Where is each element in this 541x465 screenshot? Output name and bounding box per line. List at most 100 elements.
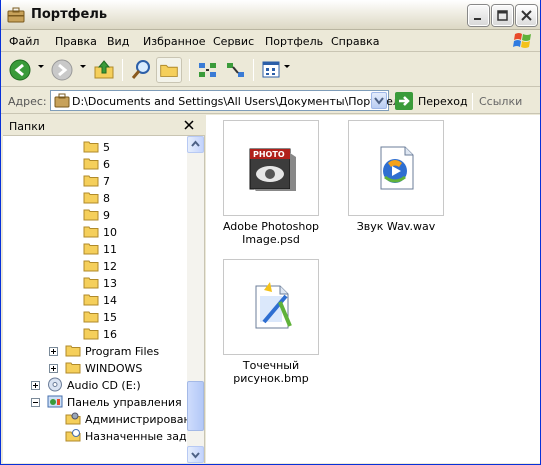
briefcase-icon bbox=[7, 7, 25, 23]
tree-item-label: Назначенные задания bbox=[85, 430, 187, 443]
briefcase-window: Портфель Файл Правка Вид Избранное Серви… bbox=[0, 0, 541, 465]
tree-item-label: 14 bbox=[103, 294, 117, 307]
folder-icon bbox=[83, 328, 99, 340]
back-icon[interactable] bbox=[7, 57, 33, 83]
views-icon[interactable] bbox=[259, 57, 285, 83]
links-toolbar[interactable]: Ссылки bbox=[479, 95, 522, 108]
folder-icon bbox=[65, 362, 81, 374]
go-arrow-icon[interactable] bbox=[395, 92, 413, 110]
folders-header: Папки bbox=[3, 115, 205, 136]
forward-icon[interactable] bbox=[49, 57, 75, 83]
folder-icon bbox=[83, 311, 99, 323]
minimize-icon bbox=[474, 18, 481, 20]
folder-icon bbox=[83, 209, 99, 221]
scroll-down-button[interactable] bbox=[187, 446, 204, 463]
close-button[interactable] bbox=[516, 5, 537, 26]
tree-item-label: 7 bbox=[103, 175, 110, 188]
chevron-down-icon bbox=[191, 452, 200, 459]
menu-favorites[interactable]: Избранное bbox=[143, 35, 205, 48]
expand-toggle[interactable] bbox=[31, 381, 40, 390]
folder-tree: 5 6 7 8 9 10 11 12 13 14 15 16 Program F… bbox=[3, 136, 187, 463]
update-all-icon[interactable] bbox=[195, 57, 221, 83]
photoshop-file-icon: PHOTO bbox=[249, 148, 296, 191]
scheduled-tasks-icon bbox=[65, 429, 81, 442]
file-thumbnail[interactable] bbox=[348, 120, 444, 216]
update-selection-icon[interactable] bbox=[223, 57, 249, 83]
folder-icon bbox=[83, 158, 99, 170]
file-name: Adobe Photoshop bbox=[222, 220, 320, 233]
scroll-thumb[interactable] bbox=[187, 381, 204, 431]
window-title: Портфель bbox=[31, 7, 108, 22]
menu-briefcase[interactable]: Портфель bbox=[265, 35, 323, 48]
toolbar-separator bbox=[122, 59, 123, 81]
links-separator bbox=[472, 93, 473, 110]
tree-item-label: 11 bbox=[103, 243, 117, 256]
tree-item-label: 16 bbox=[103, 328, 117, 341]
menu-edit[interactable]: Правка bbox=[55, 35, 97, 48]
folders-scrollbar[interactable] bbox=[187, 136, 204, 463]
tree-item-label: 9 bbox=[103, 209, 110, 222]
up-folder-icon[interactable] bbox=[91, 57, 117, 83]
views-dropdown-icon[interactable] bbox=[284, 65, 290, 68]
forward-dropdown-icon[interactable] bbox=[80, 65, 86, 68]
scroll-up-button[interactable] bbox=[187, 136, 204, 153]
windows-logo-icon bbox=[513, 33, 531, 48]
tree-item-label: Панель управления bbox=[67, 396, 182, 409]
go-button[interactable]: Переход bbox=[418, 95, 468, 108]
minimize-button[interactable] bbox=[468, 5, 489, 26]
tree-item-label: 10 bbox=[103, 226, 117, 239]
menu-bar: Файл Правка Вид Избранное Сервис Портфел… bbox=[1, 30, 540, 52]
file-view: PHOTO Adobe Photoshop Image.psd Звук Wav… bbox=[206, 115, 540, 463]
media-file-icon bbox=[380, 146, 414, 190]
menu-view[interactable]: Вид bbox=[107, 35, 129, 48]
address-label: Адрес: bbox=[8, 95, 47, 108]
collapse-toggle[interactable] bbox=[31, 398, 40, 407]
tree-item-label: 15 bbox=[103, 311, 117, 324]
folder-icon bbox=[83, 175, 99, 187]
address-input[interactable]: D:\Documents and Settings\All Users\Доку… bbox=[50, 90, 406, 111]
admin-tools-icon bbox=[65, 412, 81, 425]
menu-help[interactable]: Справка bbox=[331, 35, 379, 48]
toolbar-separator bbox=[253, 59, 254, 81]
folders-pane: Папки 5 6 7 8 9 10 11 12 13 14 15 16 Pro… bbox=[3, 115, 205, 463]
title-bar[interactable]: Портфель bbox=[1, 0, 540, 30]
search-icon[interactable] bbox=[128, 57, 154, 83]
close-icon bbox=[521, 10, 532, 21]
address-value: D:\Documents and Settings\All Users\Доку… bbox=[72, 95, 407, 108]
chevron-up-icon bbox=[191, 140, 200, 147]
file-thumbnail[interactable]: PHOTO bbox=[223, 120, 319, 216]
expand-toggle[interactable] bbox=[49, 364, 58, 373]
chevron-down-icon bbox=[374, 97, 384, 105]
folders-toggle-icon[interactable] bbox=[156, 57, 182, 83]
toolbar-separator bbox=[189, 59, 190, 81]
tree-item-label: 6 bbox=[103, 158, 110, 171]
folder-icon bbox=[83, 192, 99, 204]
expand-toggle[interactable] bbox=[49, 347, 58, 356]
file-name: Image.psd bbox=[242, 233, 300, 246]
close-icon[interactable] bbox=[183, 119, 195, 131]
cd-icon bbox=[48, 377, 62, 392]
address-dropdown-button[interactable] bbox=[371, 92, 387, 109]
file-name: Точечный рисунок.bmp bbox=[233, 359, 309, 385]
back-dropdown-icon[interactable] bbox=[38, 65, 44, 68]
menu-tools[interactable]: Сервис bbox=[213, 35, 254, 48]
control-panel-icon bbox=[47, 395, 63, 408]
menu-file[interactable]: Файл bbox=[9, 35, 39, 48]
maximize-button[interactable] bbox=[492, 5, 513, 26]
briefcase-icon bbox=[54, 93, 70, 108]
folder-icon bbox=[83, 226, 99, 238]
file-thumbnail[interactable] bbox=[223, 259, 319, 355]
folder-icon bbox=[65, 345, 81, 357]
folder-icon bbox=[83, 277, 99, 289]
tree-item-label: Audio CD (E:) bbox=[67, 379, 141, 392]
tree-item-label: Администрирование bbox=[85, 413, 187, 426]
file-name: Звук Wav.wav bbox=[356, 220, 436, 233]
tree-item-label: 8 bbox=[103, 192, 110, 205]
folder-icon bbox=[83, 141, 99, 153]
tree-item-label: 5 bbox=[103, 141, 110, 154]
tree-item-label: 12 bbox=[103, 260, 117, 273]
tree-item-label: WINDOWS bbox=[85, 362, 143, 375]
folder-icon bbox=[83, 260, 99, 272]
folder-icon bbox=[83, 243, 99, 255]
tree-item-label: 13 bbox=[103, 277, 117, 290]
